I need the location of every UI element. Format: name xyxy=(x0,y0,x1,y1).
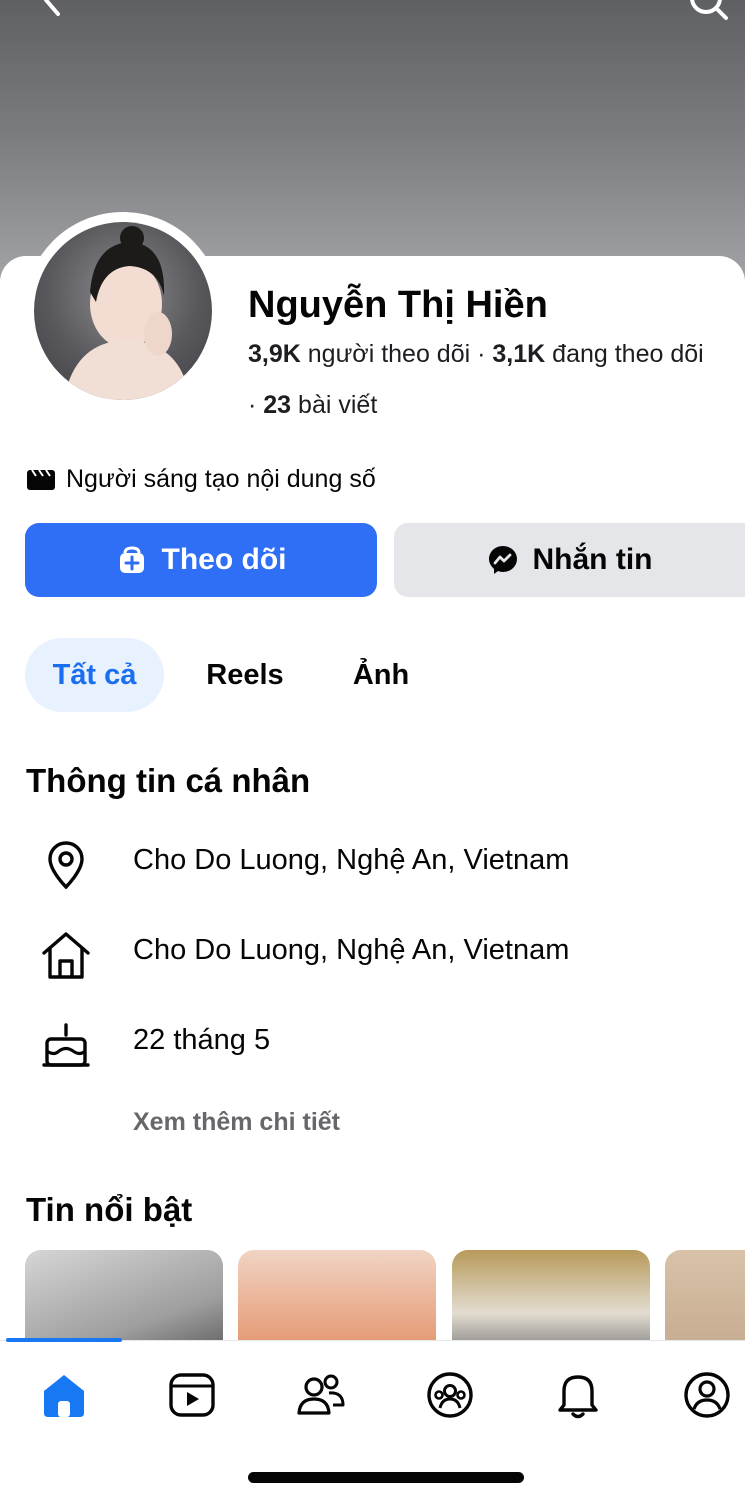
follow-stats: 3,9K người theo dõi · 3,1K đang theo dõi xyxy=(248,340,745,369)
followers-count[interactable]: 3,9K xyxy=(248,340,301,368)
following-count[interactable]: 3,1K xyxy=(492,340,545,368)
video-icon xyxy=(169,1373,215,1417)
birthday-text: 22 tháng 5 xyxy=(133,1024,271,1056)
see-more-details-link[interactable]: Xem thêm chi tiết xyxy=(133,1108,340,1137)
avatar[interactable] xyxy=(34,222,212,400)
nav-home[interactable] xyxy=(36,1367,92,1423)
about-title: Thông tin cá nhân xyxy=(26,762,311,799)
active-tab-indicator xyxy=(6,1338,122,1342)
posts-label: bài viết xyxy=(298,391,378,419)
home-icon xyxy=(44,1375,84,1417)
home-icon xyxy=(42,932,90,979)
tab-photos[interactable]: Ảnh xyxy=(334,638,428,712)
groups-icon xyxy=(427,1372,473,1418)
info-row-location: Cho Do Luong, Nghệ An, Vietnam xyxy=(0,834,745,894)
info-row-birthday: 22 tháng 5 xyxy=(0,1014,745,1074)
highlights-title: Tin nổi bật xyxy=(26,1191,193,1228)
follow-icon xyxy=(119,546,144,573)
nav-friends[interactable] xyxy=(293,1367,349,1423)
search-button[interactable] xyxy=(686,0,730,22)
highlight-item[interactable] xyxy=(238,1250,436,1342)
avatar-photo xyxy=(64,226,190,400)
info-row-hometown: Cho Do Luong, Nghệ An, Vietnam xyxy=(0,924,745,984)
tab-reels[interactable]: Reels xyxy=(190,638,300,712)
category-label: Người sáng tạo nội dung số xyxy=(66,465,376,493)
hometown-text: Cho Do Luong, Nghệ An, Vietnam xyxy=(133,934,570,966)
location-text: Cho Do Luong, Nghệ An, Vietnam xyxy=(133,844,570,876)
posts-stats: · 23 bài viết xyxy=(248,391,377,420)
home-indicator[interactable] xyxy=(248,1472,524,1483)
profile-name: Nguyễn Thị Hiền xyxy=(248,284,548,326)
tab-all[interactable]: Tất cả xyxy=(25,638,164,712)
search-icon xyxy=(690,0,728,20)
location-pin-icon xyxy=(48,841,84,890)
messenger-icon xyxy=(488,546,517,574)
highlight-item[interactable] xyxy=(25,1250,223,1342)
notifications-icon xyxy=(558,1375,598,1419)
message-label: Nhắn tin xyxy=(532,543,653,576)
nav-video[interactable] xyxy=(164,1367,220,1423)
nav-notifications[interactable] xyxy=(550,1367,606,1423)
stats-separator: · xyxy=(477,340,493,368)
back-arrow-icon xyxy=(44,0,60,16)
back-button[interactable] xyxy=(30,0,74,22)
followers-label[interactable]: người theo dõi xyxy=(308,340,470,368)
posts-count: 23 xyxy=(263,391,292,419)
follow-button[interactable]: Theo dõi xyxy=(25,523,377,597)
birthday-cake-icon xyxy=(42,1023,90,1067)
following-label[interactable]: đang theo dõi xyxy=(552,340,704,368)
highlight-item[interactable] xyxy=(665,1250,745,1342)
highlight-item[interactable] xyxy=(452,1250,650,1342)
follow-label: Theo dõi xyxy=(161,543,287,576)
highlights-strip xyxy=(0,1250,745,1342)
profile-icon xyxy=(684,1372,730,1418)
message-button[interactable]: Nhắn tin xyxy=(394,523,745,597)
friends-icon xyxy=(297,1374,345,1415)
nav-profile[interactable] xyxy=(679,1367,735,1423)
stats-separator: · xyxy=(248,391,264,419)
clapperboard-icon xyxy=(27,468,55,490)
profile-category: Người sáng tạo nội dung số xyxy=(26,465,376,494)
nav-groups[interactable] xyxy=(422,1367,478,1423)
